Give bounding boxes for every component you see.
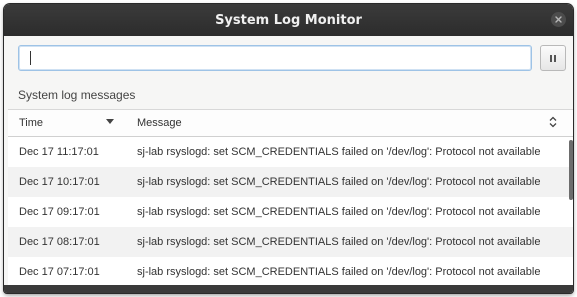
close-button[interactable] xyxy=(551,12,566,27)
row-message: sj-lab rsyslogd: set SCM_CREDENTIALS fai… xyxy=(137,206,541,218)
row-time: Dec 17 08:17:01 xyxy=(19,236,100,248)
column-header-message[interactable]: Message xyxy=(137,117,182,129)
log-pane-label: System log messages xyxy=(18,88,136,102)
table-row[interactable]: Dec 17 10:17:01 sj-lab rsyslogd: set SCM… xyxy=(8,167,573,197)
row-time: Dec 17 10:17:01 xyxy=(19,176,100,188)
table-row[interactable]: Dec 17 11:17:01 sj-lab rsyslogd: set SCM… xyxy=(8,137,573,167)
title-bar[interactable]: System Log Monitor xyxy=(4,4,573,36)
text-caret xyxy=(30,51,31,65)
table-body: Dec 17 11:17:01 sj-lab rsyslogd: set SCM… xyxy=(8,137,573,287)
scrollbar-thumb[interactable] xyxy=(569,140,573,200)
row-message: sj-lab rsyslogd: set SCM_CREDENTIALS fai… xyxy=(137,146,541,158)
pause-icon xyxy=(550,54,556,62)
sort-updown-icon[interactable] xyxy=(549,116,557,128)
row-message: sj-lab rsyslogd: set SCM_CREDENTIALS fai… xyxy=(137,266,541,278)
table-row[interactable]: Dec 17 09:17:01 sj-lab rsyslogd: set SCM… xyxy=(8,197,573,227)
table-row[interactable]: Dec 17 07:17:01 sj-lab rsyslogd: set SCM… xyxy=(8,257,573,287)
pause-button[interactable] xyxy=(540,45,566,71)
sort-down-icon[interactable] xyxy=(106,119,114,124)
row-message: sj-lab rsyslogd: set SCM_CREDENTIALS fai… xyxy=(137,176,541,188)
log-monitor-window: System Log Monitor System log messages T… xyxy=(4,4,573,293)
window-title: System Log Monitor xyxy=(215,12,362,28)
search-input[interactable] xyxy=(18,45,532,71)
row-time: Dec 17 07:17:01 xyxy=(19,266,100,278)
vertical-scrollbar[interactable] xyxy=(569,140,573,290)
window-bottom-border xyxy=(4,285,573,293)
table-row[interactable]: Dec 17 08:17:01 sj-lab rsyslogd: set SCM… xyxy=(8,227,573,257)
close-icon xyxy=(555,16,562,23)
column-header-time[interactable]: Time xyxy=(19,117,43,129)
row-message: sj-lab rsyslogd: set SCM_CREDENTIALS fai… xyxy=(137,236,541,248)
table-header: Time Message xyxy=(8,110,573,137)
log-table: Time Message Dec 17 11:17:01 sj-lab rsys… xyxy=(8,109,573,293)
row-time: Dec 17 09:17:01 xyxy=(19,206,100,218)
row-time: Dec 17 11:17:01 xyxy=(19,146,99,158)
